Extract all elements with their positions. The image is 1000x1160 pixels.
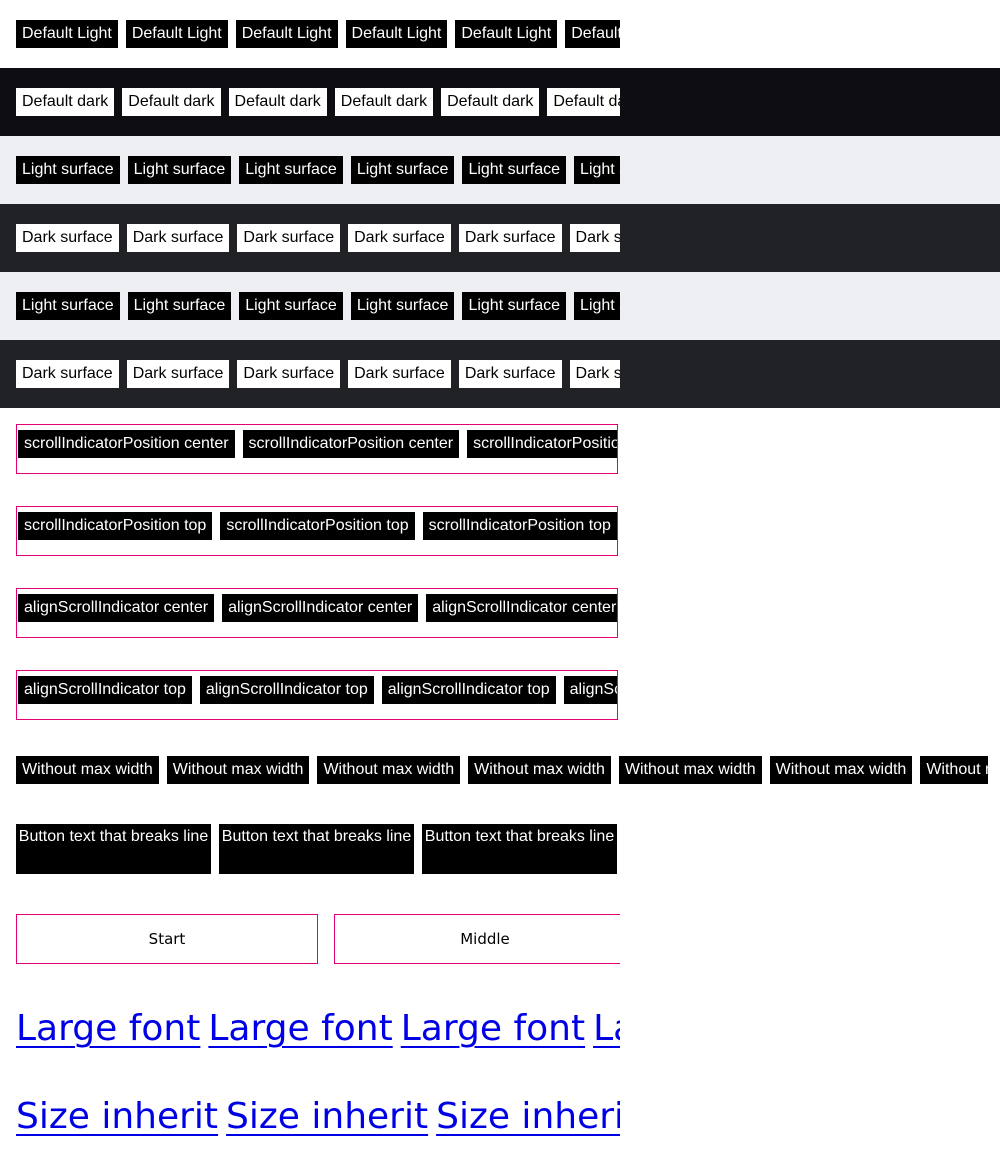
dark-surface-2-item[interactable]: Dark surface <box>569 360 620 388</box>
light-surface-2-item[interactable]: Light surface <box>127 292 232 320</box>
default-light-item[interactable]: Default Light <box>345 20 448 48</box>
default-dark-item[interactable]: Default dark <box>441 88 540 116</box>
default-light-item[interactable]: Default Light <box>125 20 228 48</box>
size-inherit-row: Size inheritSize inheritSize inheritSize… <box>16 1095 620 1145</box>
without-max-item[interactable]: Without max width <box>16 756 159 784</box>
align-scroll-indicator-top-row: alignScrollIndicator top alignScrollIndic… <box>16 670 618 720</box>
default-dark-item[interactable]: Default dark <box>334 88 434 116</box>
dark-surface-1-item[interactable]: Dark surface <box>458 224 562 252</box>
dark-surface-2-item[interactable]: Dark surface <box>16 360 119 388</box>
scroll-top-item[interactable]: scrollIndicatorPosition top <box>422 512 617 540</box>
light-surface-1-item[interactable]: Light surface <box>16 156 120 184</box>
breaking-button-3[interactable]: Button text that breaks line <box>422 824 617 874</box>
align-top-item[interactable]: alignScrollIndicator top <box>563 676 617 704</box>
scroll-top-item[interactable]: scrollIndicatorPosition top <box>18 512 213 540</box>
scroll-center-item[interactable]: scrollIndicatorPosition center <box>18 430 235 458</box>
default-light-item[interactable]: Default Light <box>16 20 118 48</box>
scroll-indicator-top-row: scrollIndicatorPosition top scrollIndicat… <box>16 506 618 556</box>
light-surface-1-item[interactable]: Light surface <box>462 156 567 184</box>
dark-surface-1-item[interactable]: Dark surface <box>569 224 620 252</box>
large-font-item[interactable]: Large font <box>208 1007 392 1051</box>
align-center-item[interactable]: alignScrollIndicator center <box>18 594 215 622</box>
default-light-row: Default Light Default Light Default Light D… <box>16 20 620 48</box>
without-max-width-row: Without max width Without max width Withou… <box>16 756 988 784</box>
large-font-item[interactable]: Large font <box>593 1007 620 1051</box>
light-surface-2-item[interactable]: Light surface <box>462 292 567 320</box>
without-max-item[interactable]: Without max width <box>317 756 461 784</box>
middle-button[interactable]: Middle <box>334 914 620 964</box>
start-button[interactable]: Start <box>16 914 318 964</box>
dark-surface-2-item[interactable]: Dark surface <box>348 360 451 388</box>
without-max-item[interactable]: Without max width <box>920 756 988 784</box>
dark-surface-1-item[interactable]: Dark surface <box>16 224 119 252</box>
default-dark-item[interactable]: Default dark <box>547 88 620 116</box>
default-light-item[interactable]: Default Light <box>235 20 338 48</box>
align-center-item[interactable]: alignScrollIndicator center <box>222 594 419 622</box>
alignment-row: Start Middle <box>16 914 620 964</box>
breaking-button-1[interactable]: Button text that breaks line <box>16 824 211 874</box>
large-font-row: Large fontLarge fontLarge fontLarge font <box>16 1007 620 1057</box>
dark-surface-1-item[interactable]: Dark surface <box>348 224 451 252</box>
scroll-center-item[interactable]: scrollIndicatorPosition center <box>467 430 617 458</box>
dark-surface-2-item[interactable]: Dark surface <box>126 360 230 388</box>
without-max-item[interactable]: Without max width <box>166 756 310 784</box>
scroll-top-item[interactable]: scrollIndicatorPosition top <box>220 512 415 540</box>
default-light-item[interactable]: Default Light <box>565 20 620 48</box>
default-dark-item[interactable]: Default dark <box>16 88 115 116</box>
light-surface-1-item[interactable]: Light surface <box>574 156 620 184</box>
default-light-item[interactable]: Default Light <box>455 20 558 48</box>
dark-surface-2-item[interactable]: Dark surface <box>237 360 341 388</box>
align-center-item[interactable]: alignScrollIndicator center <box>426 594 617 622</box>
large-font-item[interactable]: Large font <box>16 1007 200 1051</box>
default-dark-item[interactable]: Default dark <box>228 88 327 116</box>
align-top-item[interactable]: alignScrollIndicator top <box>199 676 374 704</box>
default-dark-item[interactable]: Default dark <box>122 88 221 116</box>
size-inherit-item[interactable]: Size inherit <box>16 1095 218 1139</box>
dark-surface-row-2: Dark surface Dark surface Dark surface Dark… <box>16 360 620 388</box>
breaking-button-2[interactable]: Button text that breaks line <box>219 824 414 874</box>
light-surface-1-item[interactable]: Light surface <box>239 156 343 184</box>
light-surface-row-1: Light surface Light surface Light surface L… <box>16 156 620 184</box>
dark-surface-2-item[interactable]: Dark surface <box>458 360 562 388</box>
light-surface-2-item[interactable]: Light surface <box>239 292 343 320</box>
breaking-buttons-row: Button text that breaks line Button text … <box>16 824 620 874</box>
align-top-item[interactable]: alignScrollIndicator top <box>381 676 556 704</box>
dark-surface-1-item[interactable]: Dark surface <box>126 224 230 252</box>
size-inherit-item[interactable]: Size inherit <box>436 1095 620 1139</box>
light-surface-2-item[interactable]: Light surface <box>16 292 120 320</box>
light-surface-2-item[interactable]: Light surface <box>574 292 620 320</box>
scroll-center-item[interactable]: scrollIndicatorPosition center <box>242 430 460 458</box>
dark-surface-row-1: Dark surface Dark surface Dark surface Dark… <box>16 224 620 252</box>
light-surface-1-item[interactable]: Light surface <box>127 156 232 184</box>
without-max-item[interactable]: Without max width <box>618 756 762 784</box>
large-font-item[interactable]: Large font <box>401 1007 585 1051</box>
without-max-item[interactable]: Without max width <box>769 756 913 784</box>
light-surface-1-item[interactable]: Light surface <box>350 156 455 184</box>
dark-surface-1-item[interactable]: Dark surface <box>237 224 341 252</box>
without-max-item[interactable]: Without max width <box>468 756 611 784</box>
default-dark-row: Default dark Default dark Default dark Defa… <box>16 88 620 116</box>
light-surface-2-item[interactable]: Light surface <box>350 292 455 320</box>
align-top-item[interactable]: alignScrollIndicator top <box>18 676 192 704</box>
size-inherit-item[interactable]: Size inherit <box>226 1095 428 1139</box>
light-surface-row-2: Light surface Light surface Light surface L… <box>16 292 620 320</box>
scroll-indicator-center-row: scrollIndicatorPosition center scrollIndi… <box>16 424 618 474</box>
align-scroll-indicator-center-row: alignScrollIndicator center alignScrollIn… <box>16 588 618 638</box>
